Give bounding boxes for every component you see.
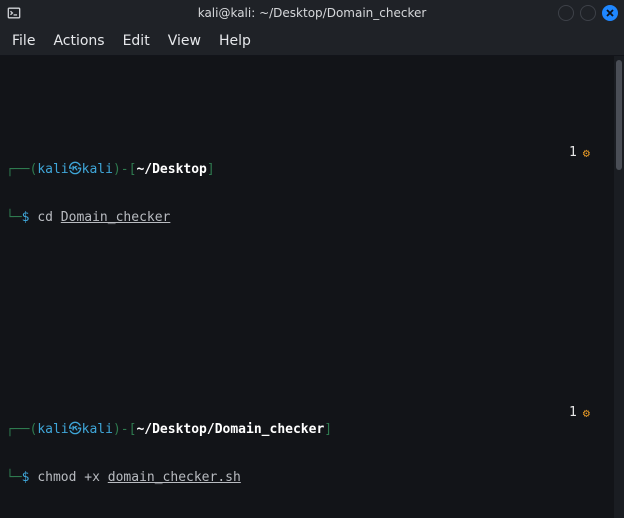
window-titlebar: kali@kali: ~/Desktop/Domain_checker <box>0 0 624 26</box>
menu-file[interactable]: File <box>12 33 35 49</box>
scrollbar-thumb[interactable] <box>616 60 622 170</box>
scrollbar[interactable] <box>614 56 624 518</box>
menu-help[interactable]: Help <box>219 33 251 49</box>
close-button[interactable] <box>602 5 618 21</box>
command-block: ┌──(kali㉿kali)-[~/Desktop/Domain_checker… <box>6 389 608 518</box>
maximize-button[interactable] <box>580 5 596 21</box>
history-count: 1 <box>569 405 577 421</box>
history-count: 1 <box>569 145 577 161</box>
minimize-button[interactable] <box>558 5 574 21</box>
terminal-icon <box>6 5 22 21</box>
menu-view[interactable]: View <box>168 33 201 49</box>
terminal-output[interactable]: ┌──(kali㉿kali)-[~/Desktop] └─$ cd Domain… <box>0 56 614 518</box>
command-block: ┌──(kali㉿kali)-[~/Desktop] └─$ cd Domain… <box>6 129 608 275</box>
gear-icon[interactable]: ⚙ <box>583 406 590 421</box>
menubar: File Actions Edit View Help <box>0 26 624 56</box>
gear-icon[interactable]: ⚙ <box>583 146 590 161</box>
menu-actions[interactable]: Actions <box>53 33 104 49</box>
menu-edit[interactable]: Edit <box>123 33 150 49</box>
window-title: kali@kali: ~/Desktop/Domain_checker <box>0 6 624 20</box>
window-controls <box>558 5 618 21</box>
